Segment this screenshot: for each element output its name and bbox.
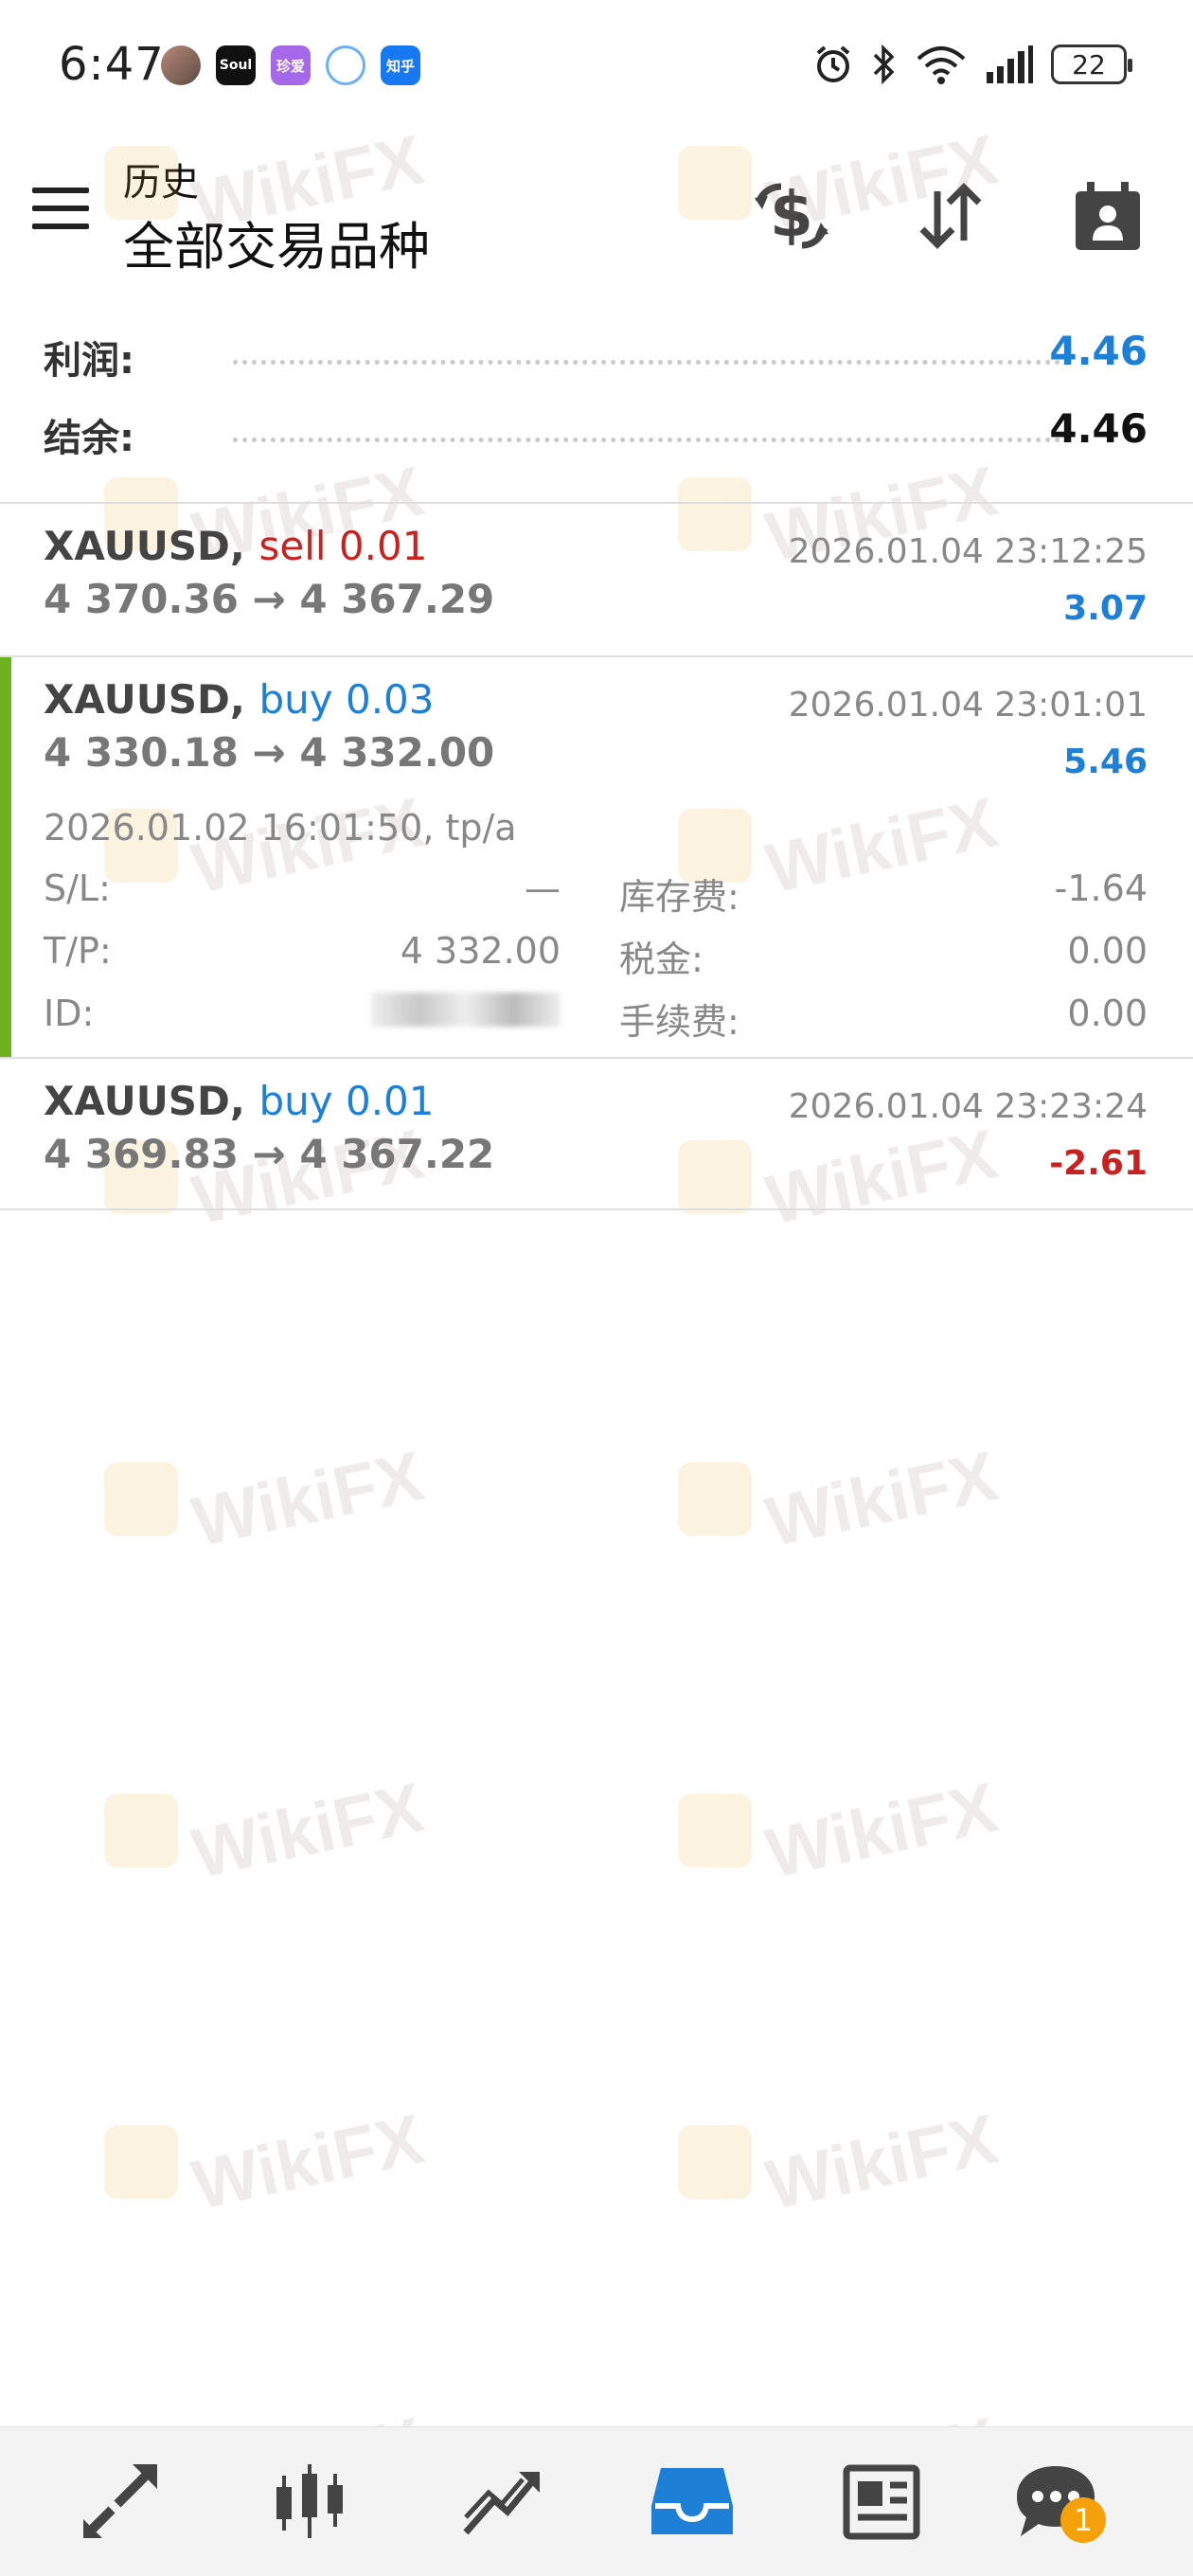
menu-icon-line: [32, 206, 89, 211]
bottom-navigation: 1: [0, 2426, 1193, 2576]
balance-row: 结余: 4.46: [0, 398, 1193, 475]
avatar-app-icon: [161, 45, 201, 85]
id-value-redacted: [371, 993, 561, 1035]
trade-prices: 4 330.18 → 4 332.00: [44, 729, 495, 776]
menu-icon-line: [32, 224, 89, 229]
swap-value: -1.64: [1054, 868, 1148, 909]
profit-label: 利润:: [44, 339, 134, 383]
tp-label: T/P:: [44, 930, 112, 972]
qq-browser-app-icon: [326, 45, 365, 85]
wifi-icon: [917, 46, 966, 84]
trade-close-time: 2026.01.04 23:12:25: [788, 532, 1148, 571]
fee-label: 手续费:: [619, 1001, 739, 1043]
trade-symbol: XAUUSD,: [44, 1078, 245, 1124]
tax-label: 税金:: [619, 939, 703, 980]
trade-profit: 5.46: [1063, 742, 1148, 781]
trade-title: XAUUSD, sell 0.01: [44, 523, 427, 569]
dollar-exchange-icon[interactable]: $: [744, 169, 839, 263]
top-toolbar: 历史 全部交易品种 $: [0, 133, 1193, 294]
profit-row: 利润: 4.46: [0, 320, 1193, 398]
watermark: WikiFX: [104, 2099, 430, 2225]
status-bar: 6:47 Soul 珍爱 知乎 22: [0, 0, 1193, 133]
trade-profit: -2.61: [1049, 1144, 1148, 1183]
detail-row-id-fee: ID: 手续费: 0.00: [44, 993, 1148, 1049]
trade-row-expanded[interactable]: XAUUSD, buy 0.03 4 330.18 → 4 332.00 202…: [0, 657, 1193, 1057]
trade-direction: buy 0.01: [258, 1078, 435, 1124]
trade-symbol: XAUUSD,: [44, 676, 245, 723]
quotes-candles-icon[interactable]: [258, 2454, 362, 2549]
trade-profit: 3.07: [1063, 589, 1148, 628]
watermark: WikiFX: [678, 1436, 1004, 1562]
trade-row[interactable]: XAUUSD, buy 0.01 4 369.83 → 4 367.22 202…: [0, 1059, 1193, 1208]
trade-row[interactable]: XAUUSD, sell 0.01 4 370.36 → 4 367.29 20…: [0, 504, 1193, 655]
trade-direction: buy 0.03: [258, 676, 435, 723]
watermark: WikiFX: [104, 1767, 430, 1893]
history-summary: 利润: 4.46 结余: 4.46: [0, 320, 1193, 475]
detail-row-sl-swap: S/L: — 库存费: -1.64: [44, 868, 1148, 924]
trade-open-info: 2026.01.02 16:01:50, tp/a: [44, 807, 517, 849]
signal-icon: [987, 45, 1033, 83]
trade-direction: sell 0.01: [258, 523, 428, 569]
zhenai-app-icon: 珍爱: [271, 45, 311, 85]
dotted-leader: [233, 438, 1070, 442]
divider: [0, 1208, 1193, 1210]
chat-icon[interactable]: 1: [1004, 2454, 1108, 2549]
soul-app-icon: Soul: [216, 45, 256, 85]
bluetooth-icon: [873, 44, 895, 85]
zhihu-app-icon: 知乎: [381, 45, 420, 85]
news-icon[interactable]: [829, 2454, 934, 2549]
balance-label: 结余:: [44, 417, 134, 460]
chat-unread-badge: 1: [1060, 2497, 1106, 2543]
tp-value: 4 332.00: [400, 930, 561, 972]
fee-value: 0.00: [1067, 993, 1148, 1034]
page-title: 历史: [123, 161, 199, 205]
calendar-person-icon[interactable]: [1060, 169, 1155, 263]
watermark: WikiFX: [678, 2099, 1004, 2225]
balance-value: 4.46: [1049, 405, 1148, 452]
id-label: ID:: [44, 993, 95, 1034]
trade-prices: 4 369.83 → 4 367.22: [44, 1131, 495, 1177]
watermark: WikiFX: [104, 1436, 430, 1562]
alarm-icon: [816, 45, 850, 82]
trade-title: XAUUSD, buy 0.01: [44, 1078, 435, 1124]
trade-prices: 4 370.36 → 4 367.29: [44, 576, 495, 622]
menu-icon-line: [32, 188, 89, 193]
trade-close-time: 2026.01.04 23:01:01: [788, 686, 1148, 724]
swap-label: 库存费:: [619, 876, 739, 918]
profit-value: 4.46: [1049, 328, 1148, 374]
trade-symbol: XAUUSD,: [44, 523, 245, 569]
selected-accent-bar: [0, 657, 11, 1057]
battery-indicator: 22: [1051, 45, 1132, 84]
history-inbox-icon[interactable]: [640, 2454, 744, 2549]
trade-close-time: 2026.01.04 23:23:24: [788, 1087, 1148, 1126]
watermark: WikiFX: [678, 1767, 1004, 1893]
sl-value: —: [525, 868, 561, 909]
symbol-filter-title[interactable]: 全部交易品种: [123, 205, 430, 279]
sort-icon[interactable]: [903, 169, 998, 263]
menu-button[interactable]: [32, 188, 89, 229]
detail-row-tp-tax: T/P: 4 332.00 税金: 0.00: [44, 930, 1148, 987]
trade-title: XAUUSD, buy 0.03: [44, 676, 435, 723]
status-time: 6:47: [59, 38, 165, 91]
chart-line-icon[interactable]: [449, 2454, 553, 2549]
status-indicators: 22: [812, 44, 1132, 85]
notification-app-icons: Soul 珍爱 知乎: [161, 45, 420, 85]
sl-label: S/L:: [44, 868, 111, 909]
dotted-leader: [233, 360, 1070, 365]
trade-arrows-icon[interactable]: [68, 2454, 172, 2549]
tax-value: 0.00: [1067, 930, 1148, 972]
